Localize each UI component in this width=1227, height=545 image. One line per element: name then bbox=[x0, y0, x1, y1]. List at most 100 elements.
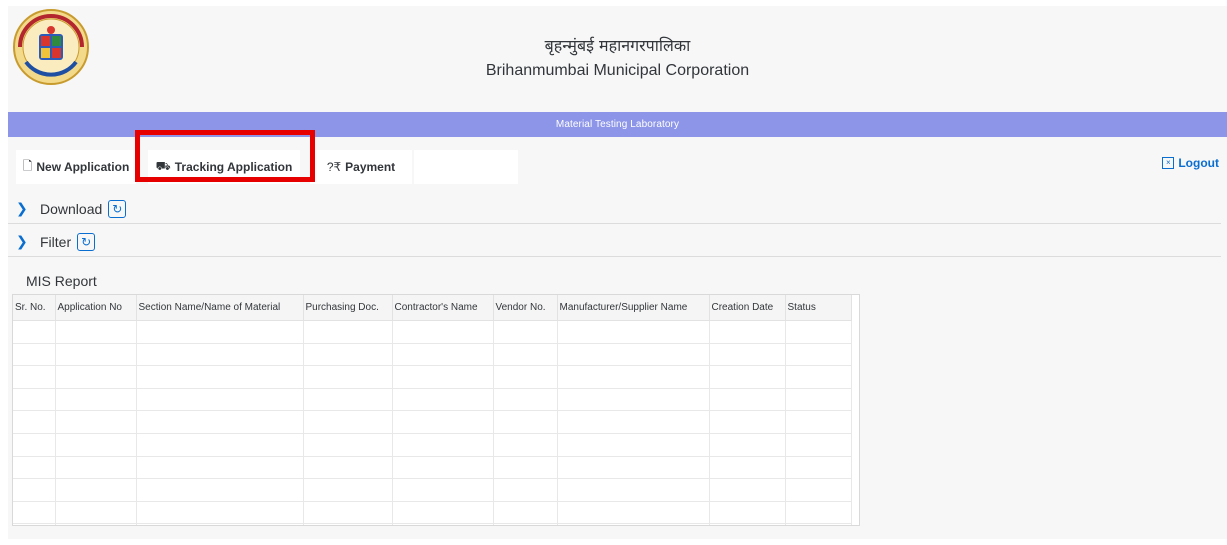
table-cell bbox=[303, 478, 393, 502]
table-cell bbox=[55, 410, 137, 434]
table-header-row: Sr. No. Application No Section Name/Name… bbox=[13, 295, 852, 321]
table-cell bbox=[392, 433, 494, 457]
table-cell bbox=[136, 478, 304, 502]
table-cell bbox=[13, 456, 56, 480]
table-cell bbox=[136, 501, 304, 525]
table-cell bbox=[136, 320, 304, 344]
table-cell bbox=[709, 456, 786, 480]
payment-label: Payment bbox=[345, 160, 396, 174]
table-cell bbox=[785, 478, 852, 502]
table-cell bbox=[13, 410, 56, 434]
column-header[interactable]: Creation Date bbox=[709, 295, 786, 321]
table-cell bbox=[709, 320, 786, 344]
logout-button[interactable]: × Logout bbox=[1162, 156, 1219, 170]
table-cell bbox=[303, 343, 393, 367]
table-cell bbox=[785, 523, 852, 525]
payment-icon: ?₹ bbox=[326, 160, 342, 174]
column-header[interactable]: Contractor's Name bbox=[392, 295, 494, 321]
table-cell bbox=[13, 433, 56, 457]
page-container: बृहन्मुंबई महानगरपालिका Brihanmumbai Mun… bbox=[8, 6, 1227, 539]
table-cell bbox=[392, 410, 494, 434]
column-header[interactable]: Manufacturer/Supplier Name bbox=[557, 295, 710, 321]
table-cell bbox=[493, 365, 558, 389]
table-cell bbox=[13, 365, 56, 389]
column-header[interactable]: Application No bbox=[55, 295, 137, 321]
table-row[interactable] bbox=[13, 410, 852, 434]
table-cell bbox=[392, 501, 494, 525]
column-header[interactable]: Section Name/Name of Material bbox=[136, 295, 304, 321]
table-row[interactable] bbox=[13, 365, 852, 389]
table-cell bbox=[303, 365, 393, 389]
table-cell bbox=[785, 410, 852, 434]
header-title-hindi: बृहन्मुंबई महानगरपालिका bbox=[544, 36, 691, 55]
header-title-english: Brihanmumbai Municipal Corporation bbox=[485, 62, 750, 79]
table-row[interactable] bbox=[13, 523, 852, 525]
table-cell bbox=[392, 320, 494, 344]
table-cell bbox=[709, 365, 786, 389]
table-cell bbox=[493, 478, 558, 502]
table-cell bbox=[392, 523, 494, 525]
new-application-button[interactable]: 🗋 New Application bbox=[16, 150, 136, 184]
table-cell bbox=[13, 478, 56, 502]
new-application-label: New Application bbox=[36, 160, 130, 174]
table-cell bbox=[55, 478, 137, 502]
report-title: MIS Report bbox=[26, 273, 97, 289]
table-cell bbox=[493, 410, 558, 434]
filter-section-header[interactable]: ❯ Filter ↻ bbox=[8, 227, 1221, 257]
download-label: Download bbox=[40, 200, 103, 217]
table-cell bbox=[13, 523, 56, 525]
filter-label: Filter bbox=[40, 233, 72, 250]
table-cell bbox=[557, 433, 710, 457]
table-cell bbox=[136, 433, 304, 457]
table-cell bbox=[303, 320, 393, 344]
table-cell bbox=[55, 523, 137, 525]
table-cell bbox=[303, 433, 393, 457]
table-cell bbox=[709, 433, 786, 457]
table-cell bbox=[785, 388, 852, 412]
table-row[interactable] bbox=[13, 343, 852, 367]
column-header[interactable]: Purchasing Doc. bbox=[303, 295, 393, 321]
table-cell bbox=[136, 456, 304, 480]
table-cell bbox=[303, 523, 393, 525]
table-cell bbox=[392, 478, 494, 502]
table-cell bbox=[557, 388, 710, 412]
table-cell bbox=[55, 365, 137, 389]
table-cell bbox=[13, 388, 56, 412]
table-cell bbox=[55, 433, 137, 457]
table-cell bbox=[785, 433, 852, 457]
filter-refresh-button[interactable]: ↻ bbox=[77, 232, 96, 251]
blank-toolbar-tile bbox=[414, 150, 518, 184]
table-cell bbox=[13, 320, 56, 344]
table-row[interactable] bbox=[13, 478, 852, 502]
download-section-header[interactable]: ❯ Download ↻ bbox=[8, 194, 1221, 224]
column-header[interactable]: Status bbox=[785, 295, 852, 321]
table-cell bbox=[136, 365, 304, 389]
table-cell bbox=[136, 523, 304, 525]
table-cell bbox=[785, 320, 852, 344]
column-header[interactable]: Sr. No. bbox=[13, 295, 56, 321]
column-header[interactable]: Vendor No. bbox=[493, 295, 558, 321]
download-refresh-button[interactable]: ↻ bbox=[108, 199, 127, 218]
table-cell bbox=[303, 456, 393, 480]
table-cell bbox=[493, 433, 558, 457]
table-row[interactable] bbox=[13, 456, 852, 480]
table-row[interactable] bbox=[13, 433, 852, 457]
table-cell bbox=[303, 388, 393, 412]
table-cell bbox=[136, 410, 304, 434]
table-cell bbox=[493, 523, 558, 525]
table-cell bbox=[709, 410, 786, 434]
table-cell bbox=[493, 388, 558, 412]
table-cell bbox=[136, 388, 304, 412]
highlight-box bbox=[135, 130, 315, 182]
table-cell bbox=[557, 365, 710, 389]
table-cell bbox=[136, 343, 304, 367]
table-cell bbox=[709, 343, 786, 367]
table-cell bbox=[493, 456, 558, 480]
table-cell bbox=[557, 523, 710, 525]
table-row[interactable] bbox=[13, 501, 852, 525]
table-row[interactable] bbox=[13, 320, 852, 344]
table-cell bbox=[709, 478, 786, 502]
table-cell bbox=[55, 343, 137, 367]
table-row[interactable] bbox=[13, 388, 852, 412]
payment-button[interactable]: ?₹ Payment bbox=[310, 150, 412, 184]
